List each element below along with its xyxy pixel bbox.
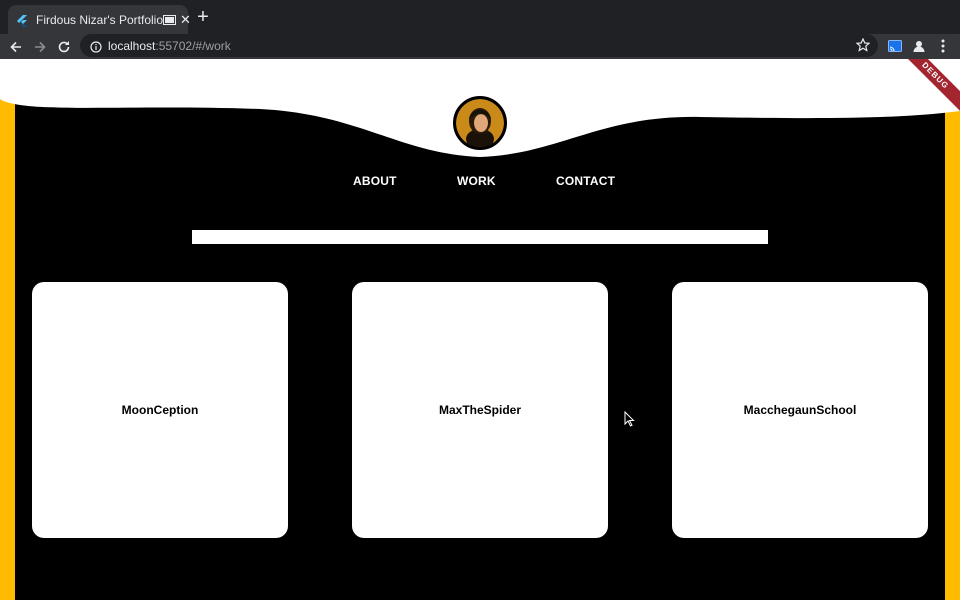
browser-tab-bar: Firdous Nizar's Portfolio ✕ +: [0, 0, 960, 34]
nav-link-work[interactable]: WORK: [457, 174, 496, 188]
white-bar: [192, 230, 768, 244]
tab-media-icon[interactable]: [163, 12, 176, 28]
tab-title: Firdous Nizar's Portfolio: [36, 12, 163, 27]
page-viewport: DEBUG ABOUT WORK CONTACT MoonCeption Max…: [0, 59, 960, 600]
project-title: MoonCeption: [121, 403, 199, 417]
project-card-moonception[interactable]: MoonCeption: [32, 282, 288, 538]
close-tab-icon[interactable]: ✕: [180, 12, 191, 28]
bookmark-star-icon[interactable]: [855, 37, 871, 52]
project-title: MaxTheSpider: [438, 403, 522, 417]
browser-toolbar: localhost:55702/#/work: [0, 34, 960, 59]
url-host: localhost: [108, 38, 156, 53]
flutter-favicon-icon: [16, 14, 28, 27]
address-bar[interactable]: localhost:55702/#/work: [80, 34, 878, 57]
main-nav: ABOUT WORK CONTACT: [0, 174, 960, 190]
url-path: :55702/#/work: [155, 38, 231, 53]
browser-tab[interactable]: Firdous Nizar's Portfolio ✕: [8, 5, 191, 34]
info-icon[interactable]: [90, 40, 102, 53]
browser-menu-icon[interactable]: [934, 37, 952, 55]
profile-avatar-icon[interactable]: [910, 37, 928, 55]
forward-icon[interactable]: [31, 38, 49, 56]
mouse-cursor-icon: [624, 411, 635, 427]
profile-photo-icon: [456, 99, 504, 147]
new-tab-icon[interactable]: +: [195, 7, 211, 27]
nav-link-about[interactable]: ABOUT: [353, 174, 397, 188]
avatar: [453, 96, 507, 150]
cast-icon[interactable]: [886, 37, 904, 55]
project-card-maxthespider[interactable]: MaxTheSpider: [352, 282, 608, 538]
back-icon[interactable]: [7, 38, 25, 56]
nav-link-contact[interactable]: CONTACT: [556, 174, 615, 188]
reload-icon[interactable]: [55, 38, 73, 56]
project-title: MacchegaunSchool: [743, 403, 857, 417]
project-card-macchegaunschool[interactable]: MacchegaunSchool: [672, 282, 928, 538]
